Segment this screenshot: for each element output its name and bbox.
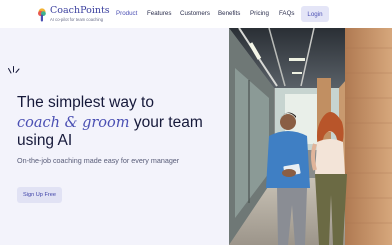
hero-headline-line-1: The simplest way to: [17, 94, 154, 111]
login-button[interactable]: Login: [301, 6, 329, 22]
hero-headline-accent: coach & groom: [17, 115, 130, 131]
brand-logo[interactable]: CoachPoints AI co-pilot for team coachin…: [37, 6, 110, 22]
nav-item-benefits[interactable]: Benefits: [218, 10, 240, 17]
nav-item-faqs[interactable]: FAQs: [279, 10, 294, 17]
hero-headline-line-3: using AI: [17, 132, 73, 149]
nav-item-features[interactable]: Features: [147, 10, 171, 17]
logo-mark-icon: [37, 7, 47, 22]
hero-headline-line-2-rest: your team: [129, 114, 203, 131]
nav-item-customers[interactable]: Customers: [180, 10, 210, 17]
hero-headline-line-2: coach & groom your team: [17, 114, 203, 132]
sparkle-lines-icon: [8, 59, 20, 74]
brand-name: CoachPoints: [50, 5, 110, 16]
top-navbar: CoachPoints AI co-pilot for team coachin…: [0, 0, 392, 28]
brand-tagline: AI co-pilot for team coaching: [50, 17, 104, 22]
sign-up-button[interactable]: Sign Up Free: [17, 187, 62, 203]
hero-photo: [229, 28, 392, 245]
hero-subtitle: On-the-job coaching made easy for every …: [17, 156, 180, 165]
nav-item-pricing[interactable]: Pricing: [250, 10, 269, 17]
nav-item-product[interactable]: Product: [116, 10, 137, 17]
